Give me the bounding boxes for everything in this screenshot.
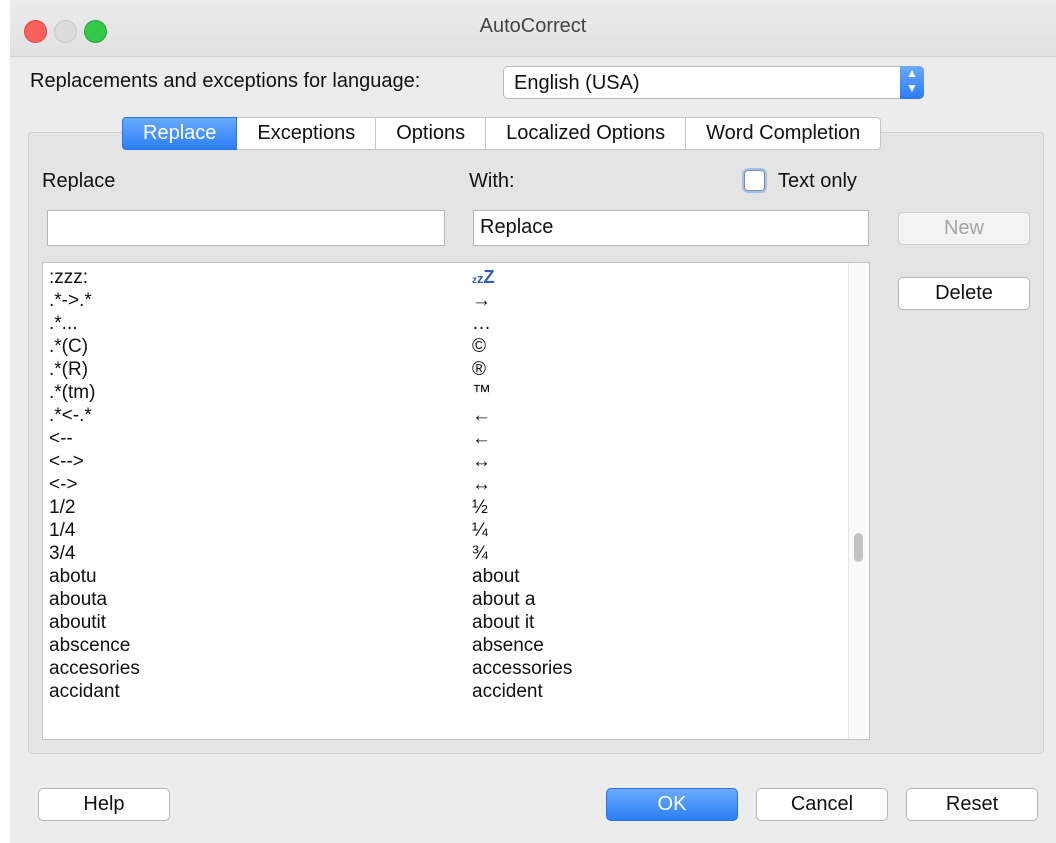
- cancel-button[interactable]: Cancel: [756, 788, 888, 821]
- replace-cell: .*(C): [49, 336, 89, 357]
- tab-exceptions[interactable]: Exceptions: [237, 117, 377, 150]
- with-cell: ↔: [472, 474, 491, 495]
- list-item[interactable]: .*... …: [43, 312, 843, 335]
- list-item[interactable]: abscence absence: [43, 634, 843, 657]
- new-button[interactable]: New: [898, 212, 1030, 245]
- replace-cell: abscence: [49, 635, 131, 656]
- autocorrect-dialog: AutoCorrect Replacements and exceptions …: [10, 0, 1056, 843]
- tab-replace[interactable]: Replace: [122, 117, 238, 150]
- with-cell: ¼: [472, 520, 488, 541]
- with-cell: …: [472, 313, 491, 334]
- replace-cell: <--: [49, 428, 73, 449]
- language-label: Replacements and exceptions for language…: [30, 70, 421, 92]
- list-item[interactable]: <-- ←: [43, 427, 843, 450]
- replace-cell: aboutit: [49, 612, 107, 633]
- ok-button[interactable]: OK: [606, 788, 738, 821]
- text-only-checkbox[interactable]: [744, 170, 765, 191]
- list-item[interactable]: .*(C) ©: [43, 335, 843, 358]
- list-item[interactable]: <-> ↔: [43, 473, 843, 496]
- list-item[interactable]: abouta about a: [43, 588, 843, 611]
- language-select-value: English (USA): [514, 72, 640, 94]
- text-only-label[interactable]: Text only: [778, 170, 857, 193]
- replace-input[interactable]: [47, 210, 445, 246]
- replace-cell: :zzz:: [49, 267, 89, 288]
- with-cell: ½: [472, 497, 488, 518]
- replace-cell: <->: [49, 474, 78, 495]
- tab-bar: Replace Exceptions Options Localized Opt…: [122, 117, 882, 150]
- with-cell: ¾: [472, 543, 488, 564]
- with-cell: →: [472, 290, 491, 311]
- with-cell: absence: [472, 635, 544, 656]
- replace-cell: accidant: [49, 681, 120, 702]
- replace-cell: .*->.*: [49, 290, 92, 311]
- replace-cell: .*(tm): [49, 382, 96, 403]
- replacement-list[interactable]: :zzz: zzZ .*->.* → .*... … .*(C) © .*(R) ® .…: [42, 262, 870, 740]
- select-arrows-icon[interactable]: ▲ ▼: [900, 66, 924, 99]
- window-title: AutoCorrect: [479, 15, 587, 37]
- tab-word-completion[interactable]: Word Completion: [686, 117, 882, 150]
- with-cell: about it: [472, 612, 535, 633]
- replace-cell: abouta: [49, 589, 108, 610]
- language-select[interactable]: English (USA) ▲ ▼: [503, 66, 924, 99]
- title-bar: AutoCorrect: [10, 0, 1056, 57]
- with-label: With:: [469, 170, 515, 192]
- list-item[interactable]: 3/4 ¾: [43, 542, 843, 565]
- list-item[interactable]: .*(R) ®: [43, 358, 843, 381]
- scrollbar-thumb[interactable]: [854, 533, 863, 562]
- delete-button[interactable]: Delete: [898, 277, 1030, 310]
- reset-button[interactable]: Reset: [906, 788, 1038, 821]
- with-cell: ↔: [472, 451, 491, 472]
- with-cell: ®: [472, 359, 486, 380]
- with-cell: ©: [472, 336, 486, 357]
- replace-label: Replace: [42, 170, 116, 192]
- replace-cell: .*(R): [49, 359, 89, 380]
- replace-cell: 3/4: [49, 543, 76, 564]
- with-cell: ←: [472, 405, 491, 426]
- replace-cell: 1/4: [49, 520, 76, 541]
- list-item[interactable]: accidant accident: [43, 680, 843, 703]
- with-cell: about: [472, 566, 520, 587]
- replace-cell: accesories: [49, 658, 140, 679]
- with-cell: ←: [472, 428, 491, 449]
- list-item[interactable]: abotu about: [43, 565, 843, 588]
- list-scrollbar[interactable]: [848, 263, 869, 739]
- with-cell: accessories: [472, 658, 573, 679]
- replace-cell: .*<-.*: [49, 405, 92, 426]
- list-item[interactable]: .*->.* →: [43, 289, 843, 312]
- replace-cell: <-->: [49, 451, 84, 472]
- help-button[interactable]: Help: [38, 788, 170, 821]
- list-item[interactable]: accesories accessories: [43, 657, 843, 680]
- list-item[interactable]: :zzz: zzZ: [43, 266, 843, 289]
- list-item[interactable]: <--> ↔: [43, 450, 843, 473]
- replace-cell: .*...: [49, 313, 78, 334]
- list-item[interactable]: .*<-.* ←: [43, 404, 843, 427]
- with-input[interactable]: Replace: [473, 210, 869, 246]
- replace-cell: 1/2: [49, 497, 76, 518]
- list-item[interactable]: 1/4 ¼: [43, 519, 843, 542]
- with-cell: ™: [472, 382, 491, 403]
- list-item[interactable]: .*(tm) ™: [43, 381, 843, 404]
- with-cell: about a: [472, 589, 536, 610]
- with-cell: accident: [472, 681, 543, 702]
- list-item[interactable]: 1/2 ½: [43, 496, 843, 519]
- tab-localized-options[interactable]: Localized Options: [486, 117, 687, 150]
- tab-options[interactable]: Options: [376, 117, 487, 150]
- replace-cell: abotu: [49, 566, 97, 587]
- list-item[interactable]: aboutit about it: [43, 611, 843, 634]
